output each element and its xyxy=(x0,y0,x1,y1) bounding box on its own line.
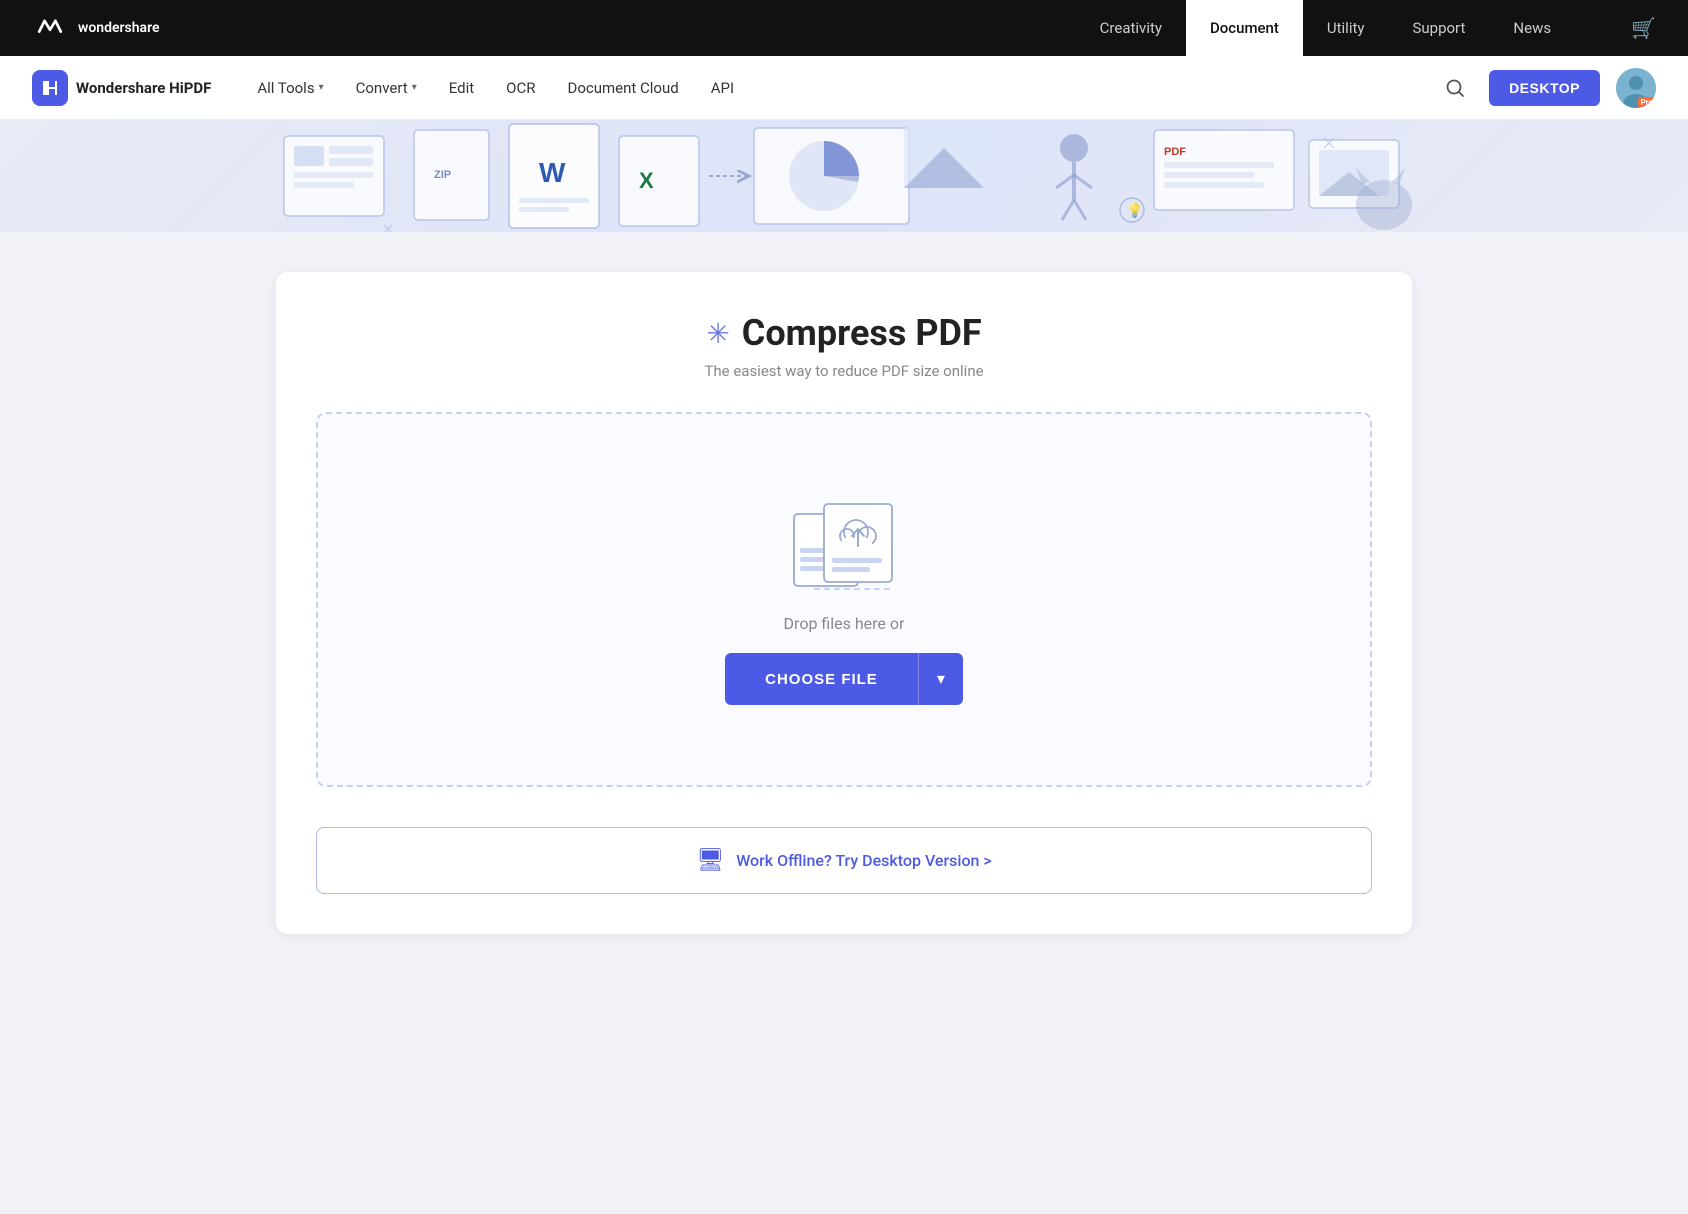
nav-api[interactable]: API xyxy=(697,71,748,105)
hipdf-icon xyxy=(32,70,68,106)
main-content: ✳ Compress PDF The easiest way to reduce… xyxy=(244,232,1444,974)
nav-convert[interactable]: Convert ▾ xyxy=(342,71,431,105)
compress-title-section: ✳ Compress PDF xyxy=(316,312,1372,354)
nav-document-cloud[interactable]: Document Cloud xyxy=(553,71,692,105)
top-nav-document[interactable]: Document xyxy=(1186,0,1303,56)
choose-file-button[interactable]: CHOOSE FILE xyxy=(725,653,918,705)
hipdf-brand-logo[interactable]: Wondershare HiPDF xyxy=(32,70,211,106)
offline-text: Work Offline? Try Desktop Version > xyxy=(736,851,992,870)
nav-all-tools[interactable]: All Tools ▾ xyxy=(243,71,337,105)
compress-card: ✳ Compress PDF The easiest way to reduce… xyxy=(276,272,1412,934)
avatar[interactable]: Pro xyxy=(1616,68,1656,108)
drop-zone[interactable]: Drop files here or CHOOSE FILE ▾ xyxy=(316,412,1372,787)
top-nav-creativity[interactable]: Creativity xyxy=(1076,0,1186,56)
upload-icon xyxy=(784,494,904,594)
pro-badge: Pro xyxy=(1638,97,1656,108)
choose-file-group: CHOOSE FILE ▾ xyxy=(725,653,963,705)
compress-icon: ✳ xyxy=(706,317,729,350)
svg-text:PDF: PDF xyxy=(1164,146,1186,158)
second-nav-right: DESKTOP Pro xyxy=(1437,68,1656,108)
chevron-down-icon: ▾ xyxy=(319,82,324,93)
svg-text:ZIP: ZIP xyxy=(434,169,451,181)
svg-text:X: X xyxy=(639,168,654,193)
drop-text: Drop files here or xyxy=(784,614,905,633)
top-navigation: wondershare Creativity Document Utility … xyxy=(0,0,1688,56)
top-nav-utility[interactable]: Utility xyxy=(1303,0,1389,56)
top-nav-support[interactable]: Support xyxy=(1388,0,1489,56)
desktop-button[interactable]: DESKTOP xyxy=(1489,70,1600,106)
chevron-down-icon: ▾ xyxy=(937,671,945,688)
offline-banner[interactable]: 🖥 Work Offline? Try Desktop Version > xyxy=(316,827,1372,894)
wondershare-logo[interactable]: wondershare xyxy=(32,10,160,46)
search-icon[interactable] xyxy=(1437,70,1473,106)
top-nav-links: Creativity Document Utility Support News xyxy=(1076,0,1575,56)
second-nav-links: All Tools ▾ Convert ▾ Edit OCR Document … xyxy=(243,71,1429,105)
cart-icon[interactable]: 🛒 xyxy=(1631,16,1656,40)
second-navigation: Wondershare HiPDF All Tools ▾ Convert ▾ … xyxy=(0,56,1688,120)
choose-file-dropdown-button[interactable]: ▾ xyxy=(918,653,963,705)
compress-subtitle: The easiest way to reduce PDF size onlin… xyxy=(316,362,1372,380)
hero-banner: ZIP W X 💡 xyxy=(0,120,1688,232)
monitor-icon: 🖥 xyxy=(696,848,724,873)
svg-text:W: W xyxy=(539,157,566,188)
page-title: Compress PDF xyxy=(742,312,982,354)
svg-text:💡: 💡 xyxy=(1126,202,1143,219)
chevron-down-icon: ▾ xyxy=(412,82,417,93)
nav-edit[interactable]: Edit xyxy=(435,71,488,105)
brand-name: Wondershare HiPDF xyxy=(76,79,211,97)
top-nav-news[interactable]: News xyxy=(1489,0,1575,56)
hero-illustration: ZIP W X 💡 xyxy=(244,120,1444,232)
nav-ocr[interactable]: OCR xyxy=(492,71,549,105)
